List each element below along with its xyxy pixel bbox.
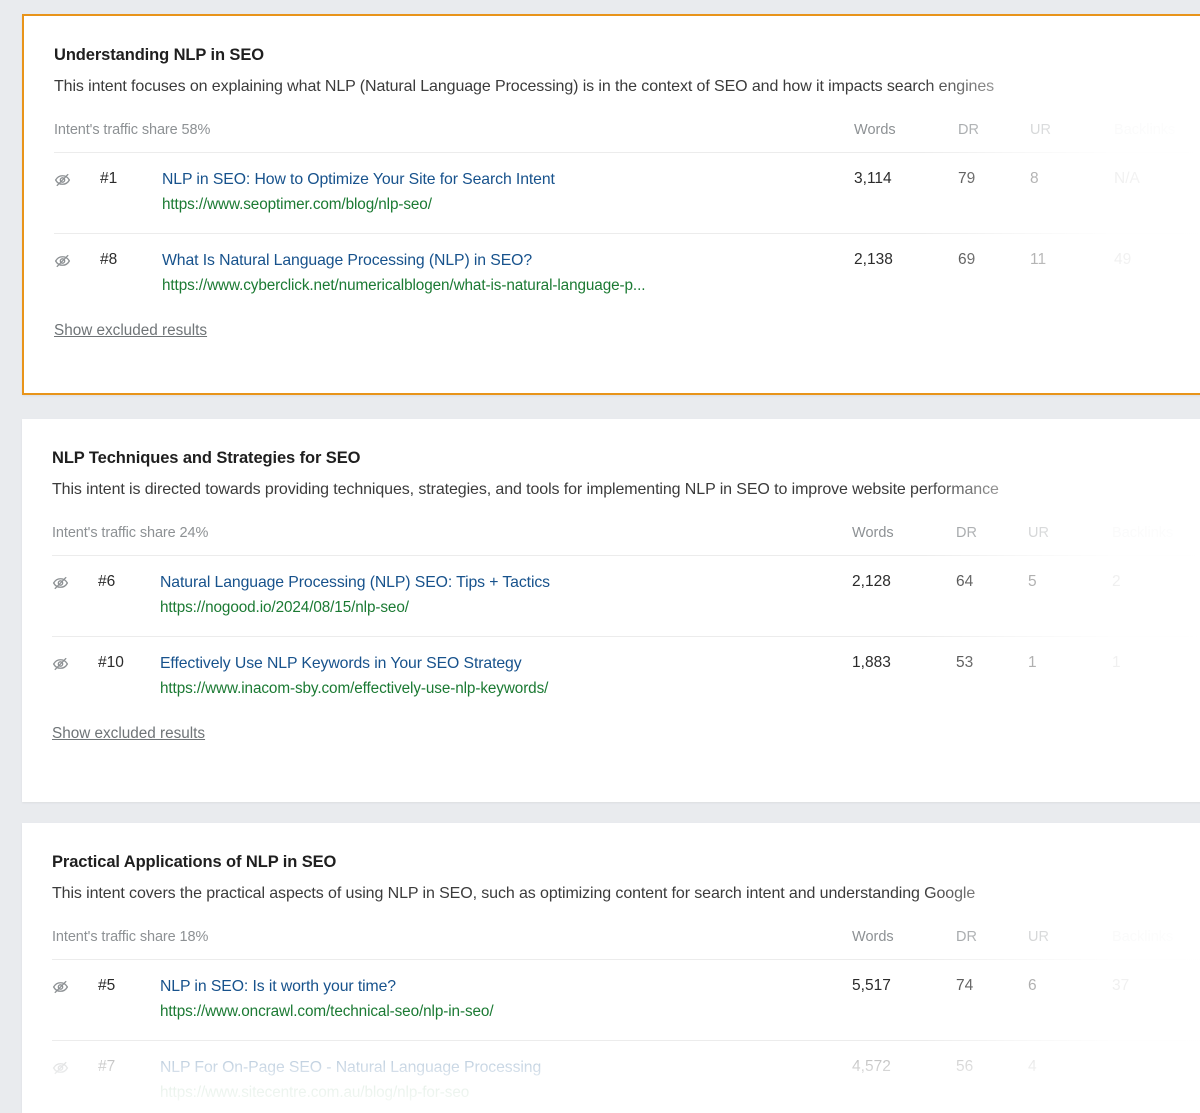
result-dr: 69 — [958, 250, 976, 268]
hide-result-cell[interactable] — [52, 556, 98, 637]
column-header-ur[interactable]: UR — [1028, 929, 1112, 960]
result-backlinks — [1112, 1040, 1200, 1113]
results-table: Intent's traffic share 18% Words DR UR B… — [52, 929, 1200, 1113]
result-url-link[interactable]: https://www.sitecentre.com.au/blog/nlp-f… — [160, 1083, 852, 1102]
result-main: What Is Natural Language Processing (NLP… — [162, 233, 854, 313]
result-words: 2,138 — [854, 250, 893, 268]
column-header-ur[interactable]: UR — [1030, 122, 1114, 153]
result-position: #5 — [98, 977, 116, 994]
result-dr: 74 — [956, 977, 974, 994]
column-header-dr[interactable]: DR — [958, 122, 1030, 153]
hide-result-cell[interactable] — [52, 1040, 98, 1113]
traffic-share-label: Intent's traffic share 18% — [52, 929, 209, 945]
result-backlinks: 2 — [1112, 573, 1121, 590]
result-position: #6 — [98, 573, 116, 590]
result-backlinks: 1 — [1112, 653, 1121, 671]
result-backlinks: 37 — [1112, 977, 1130, 994]
eye-slash-icon[interactable] — [54, 173, 71, 187]
result-words: 2,128 — [852, 573, 891, 590]
column-header-words[interactable]: Words — [854, 122, 958, 153]
card-title: NLP Techniques and Strategies for SEO — [52, 449, 361, 467]
result-url-link[interactable]: https://nogood.io/2024/08/15/nlp-seo/ — [160, 598, 852, 617]
result-backlinks: N/A — [1114, 170, 1140, 187]
eye-slash-icon[interactable] — [54, 254, 71, 268]
table-header-row: Intent's traffic share 24% Words DR UR B… — [52, 525, 1200, 556]
intent-card-practical-applications-of-nlp-in-seo[interactable]: Practical Applications of NLP in SEO Thi… — [22, 823, 1200, 1113]
result-backlinks: 49 — [1114, 250, 1132, 268]
result-url-link[interactable]: https://www.seoptimer.com/blog/nlp-seo/ — [162, 195, 854, 214]
card-title: Practical Applications of NLP in SEO — [52, 853, 337, 871]
result-title-link[interactable]: NLP in SEO: Is it worth your time? — [160, 977, 852, 997]
card-description: This intent focuses on explaining what N… — [54, 78, 995, 95]
result-position: #1 — [100, 170, 118, 187]
result-title-link[interactable]: NLP For On-Page SEO - Natural Language P… — [160, 1058, 852, 1078]
show-excluded-results-link[interactable]: Show excluded results — [52, 725, 205, 743]
hide-result-cell[interactable] — [52, 960, 98, 1041]
hide-result-cell[interactable] — [52, 636, 98, 716]
intent-card-nlp-techniques-and-strategies-for-seo[interactable]: NLP Techniques and Strategies for SEO Th… — [22, 419, 1200, 802]
results-table: Intent's traffic share 24% Words DR UR B… — [52, 525, 1200, 717]
result-main: NLP in SEO: Is it worth your time? https… — [160, 960, 852, 1041]
result-main: NLP in SEO: How to Optimize Your Site fo… — [162, 153, 854, 234]
result-ur: 6 — [1028, 977, 1037, 994]
card-title: Understanding NLP in SEO — [54, 46, 264, 64]
hide-result-cell[interactable] — [54, 233, 100, 313]
result-main: Effectively Use NLP Keywords in Your SEO… — [160, 636, 852, 716]
result-dr: 56 — [956, 1057, 974, 1075]
result-dr: 64 — [956, 573, 974, 590]
column-header-words[interactable]: Words — [852, 525, 956, 556]
result-title-link[interactable]: What Is Natural Language Processing (NLP… — [162, 251, 854, 271]
result-title-link[interactable]: Natural Language Processing (NLP) SEO: T… — [160, 573, 852, 593]
result-main: Natural Language Processing (NLP) SEO: T… — [160, 556, 852, 637]
show-excluded-results-link[interactable]: Show excluded results — [54, 322, 207, 340]
result-position: #7 — [98, 1057, 116, 1075]
result-words: 1,883 — [852, 653, 891, 671]
result-words: 4,572 — [852, 1057, 891, 1075]
result-url-link[interactable]: https://www.oncrawl.com/technical-seo/nl… — [160, 1002, 852, 1021]
results-table: Intent's traffic share 58% Words DR UR B… — [54, 122, 1200, 314]
card-description: This intent covers the practical aspects… — [52, 885, 976, 902]
table-row[interactable]: #5 NLP in SEO: Is it worth your time? ht… — [52, 959, 1200, 1041]
result-ur: 8 — [1030, 170, 1039, 187]
eye-slash-icon[interactable] — [52, 657, 69, 671]
traffic-share-label: Intent's traffic share 58% — [54, 122, 211, 138]
result-ur: 4 — [1028, 1057, 1037, 1075]
result-dr: 53 — [956, 653, 974, 671]
column-header-ur[interactable]: UR — [1028, 525, 1112, 556]
result-url-link[interactable]: https://www.inacom-sby.com/effectively-u… — [160, 679, 852, 698]
table-row[interactable]: #1 NLP in SEO: How to Optimize Your Site… — [54, 152, 1200, 234]
column-header-dr[interactable]: DR — [956, 929, 1028, 960]
column-header-words[interactable]: Words — [852, 929, 956, 960]
result-ur: 11 — [1030, 250, 1047, 268]
column-header-backlinks[interactable]: Backlinks — [1114, 122, 1200, 153]
result-ur: 1 — [1028, 653, 1037, 671]
result-url-link[interactable]: https://www.cyberclick.net/numericalblog… — [162, 276, 854, 295]
eye-slash-icon[interactable] — [52, 980, 69, 994]
table-row[interactable]: #7 NLP For On-Page SEO - Natural Languag… — [52, 1040, 1200, 1113]
result-title-link[interactable]: Effectively Use NLP Keywords in Your SEO… — [160, 654, 852, 674]
hide-result-cell[interactable] — [54, 153, 100, 234]
result-words: 5,517 — [852, 977, 891, 994]
result-title-link[interactable]: NLP in SEO: How to Optimize Your Site fo… — [162, 170, 854, 190]
eye-slash-icon[interactable] — [52, 1061, 69, 1075]
table-row[interactable]: #8 What Is Natural Language Processing (… — [54, 233, 1200, 313]
column-header-dr[interactable]: DR — [956, 525, 1028, 556]
eye-slash-icon[interactable] — [52, 576, 69, 590]
card-description: This intent is directed towards providin… — [52, 481, 999, 498]
intent-cards-page: Understanding NLP in SEO This intent foc… — [0, 0, 1200, 1113]
result-position: #8 — [100, 250, 118, 268]
table-header-row: Intent's traffic share 58% Words DR UR B… — [54, 122, 1200, 153]
table-header-row: Intent's traffic share 18% Words DR UR B… — [52, 929, 1200, 960]
result-dr: 79 — [958, 170, 976, 187]
result-main: NLP For On-Page SEO - Natural Language P… — [160, 1040, 852, 1113]
intent-card-understanding-nlp-in-seo[interactable]: Understanding NLP in SEO This intent foc… — [22, 14, 1200, 395]
result-words: 3,114 — [854, 170, 892, 187]
column-header-backlinks[interactable]: Backlinks — [1112, 525, 1200, 556]
result-position: #10 — [98, 653, 124, 671]
table-row[interactable]: #6 Natural Language Processing (NLP) SEO… — [52, 555, 1200, 637]
table-row[interactable]: #10 Effectively Use NLP Keywords in Your… — [52, 636, 1200, 716]
result-ur: 5 — [1028, 573, 1037, 590]
traffic-share-label: Intent's traffic share 24% — [52, 525, 209, 541]
column-header-backlinks[interactable]: Backlinks — [1112, 929, 1200, 960]
